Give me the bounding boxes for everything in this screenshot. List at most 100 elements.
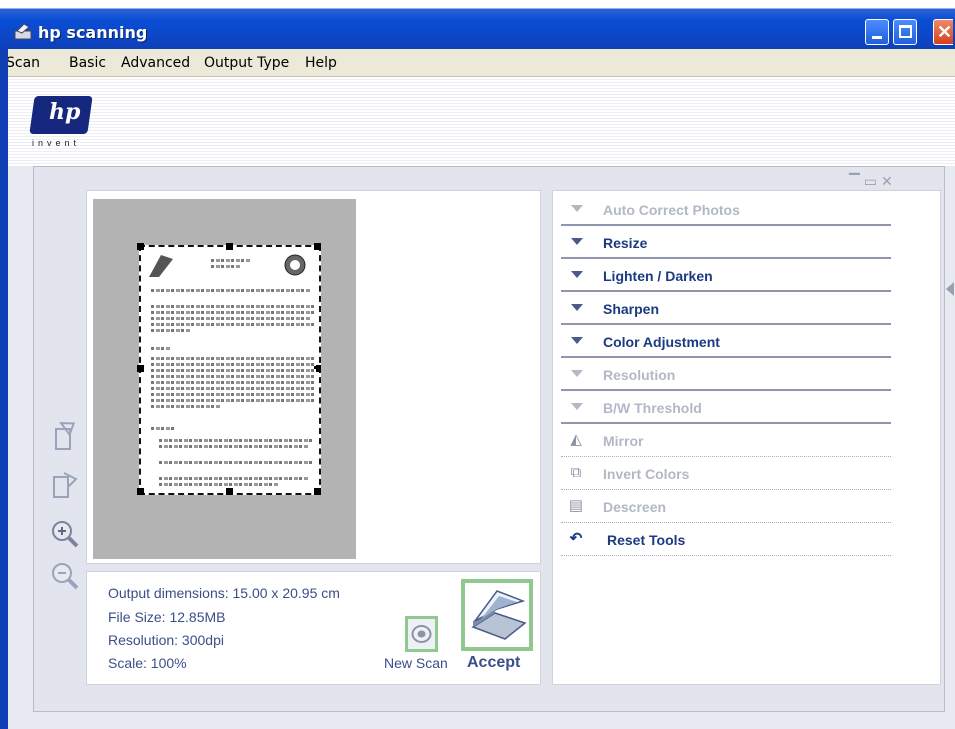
resolution: Resolution: 300dpi: [108, 632, 224, 648]
doc-text-line: [151, 347, 171, 350]
tool-bw-threshold[interactable]: B/W Threshold: [561, 391, 891, 424]
minimize-button[interactable]: [865, 19, 889, 45]
crop-handle[interactable]: [226, 488, 233, 495]
doc-text-line: [159, 439, 314, 442]
doc-text-line: [151, 381, 316, 384]
crop-handle[interactable]: [137, 243, 144, 250]
tool-label: Descreen: [603, 499, 667, 515]
doc-text-line: [211, 259, 251, 262]
triangle-down-icon: [571, 238, 583, 245]
triangle-down-icon: [571, 271, 583, 278]
tool-descreen[interactable]: ▤ Descreen: [561, 490, 891, 523]
crop-handle[interactable]: [226, 243, 233, 250]
new-scan-button[interactable]: [405, 616, 438, 652]
tool-auto-correct-photos[interactable]: Auto Correct Photos: [561, 193, 891, 226]
rotate-right-icon[interactable]: [50, 467, 80, 501]
tool-label: Color Adjustment: [603, 334, 720, 350]
tool-sharpen[interactable]: Sharpen: [561, 292, 891, 325]
menu-help[interactable]: Help: [305, 55, 337, 71]
scanner-icon: [471, 590, 527, 640]
main-content: hp invent ▔▭✕ Output dimensions: 15.00 x…: [8, 78, 955, 729]
descreen-icon: ▤: [568, 497, 584, 514]
doc-text-line: [151, 363, 316, 366]
tool-lighten-darken[interactable]: Lighten / Darken: [561, 259, 891, 292]
doc-text-line: [159, 461, 314, 464]
triangle-down-icon: [571, 370, 583, 377]
title-bar: hp scanning ✕: [0, 0, 955, 49]
scan-panel: ▔▭✕ Output dimensions: 15.00 x 20.95 cm …: [33, 166, 945, 712]
crop-handle[interactable]: [314, 243, 321, 250]
doc-text-line: [151, 317, 311, 320]
tool-label: Mirror: [603, 433, 644, 449]
scanned-document-selection[interactable]: [137, 243, 321, 495]
doc-text-line: [151, 375, 316, 378]
accept-label[interactable]: Accept: [467, 654, 520, 672]
reset-tools-button[interactable]: ↶ Reset Tools: [561, 523, 891, 556]
mirror-icon: ◭: [570, 431, 582, 448]
tool-label: Lighten / Darken: [603, 268, 713, 284]
tool-resize[interactable]: Resize: [561, 226, 891, 259]
crop-handle[interactable]: [137, 365, 144, 372]
doc-text-line: [151, 399, 316, 402]
scan-bed: [93, 199, 356, 559]
close-button[interactable]: ✕: [933, 19, 953, 45]
tool-label: Sharpen: [603, 301, 660, 317]
tool-label: Resolution: [603, 367, 676, 383]
tools-panel: Auto Correct Photos Resize Lighten / Dar…: [552, 190, 941, 685]
crop-handle[interactable]: [314, 488, 321, 495]
invert-colors-icon: ⧉: [570, 464, 582, 481]
panel-minimize-icon[interactable]: ▔: [849, 173, 864, 189]
maximize-icon: [899, 25, 912, 38]
panel-controls: ▔▭✕: [849, 173, 897, 190]
tool-label: Auto Correct Photos: [603, 202, 740, 218]
doc-text-line: [151, 369, 316, 372]
doc-text-line: [159, 483, 279, 486]
zoom-out-icon[interactable]: [50, 559, 80, 593]
doc-text-line: [159, 445, 309, 448]
tool-color-adjustment[interactable]: Color Adjustment: [561, 325, 891, 358]
document-seal: [284, 254, 306, 276]
tool-label: Invert Colors: [603, 466, 690, 482]
window-left-border: [0, 49, 8, 729]
tool-label: B/W Threshold: [603, 400, 702, 416]
rotate-left-icon[interactable]: [50, 419, 80, 453]
preview-area: [86, 190, 541, 564]
tool-mirror[interactable]: ◭ Mirror: [561, 424, 891, 457]
maximize-button[interactable]: [893, 19, 917, 45]
header-banner: hp invent: [8, 78, 955, 166]
triangle-down-icon: [571, 304, 583, 311]
panel-maximize-icon[interactable]: ▭: [864, 173, 881, 189]
tool-resolution[interactable]: Resolution: [561, 358, 891, 391]
triangle-down-icon: [571, 337, 583, 344]
new-scan-label[interactable]: New Scan: [384, 655, 448, 671]
triangle-down-icon: [571, 403, 583, 410]
zoom-in-icon[interactable]: [50, 517, 80, 551]
document-logo: [149, 255, 173, 277]
tool-invert-colors[interactable]: ⧉ Invert Colors: [561, 457, 891, 490]
collapse-panel-arrow[interactable]: [946, 282, 954, 296]
panel-close-icon[interactable]: ✕: [881, 173, 897, 189]
window-title: hp scanning: [38, 23, 148, 42]
scale: Scale: 100%: [108, 655, 187, 671]
menu-scan[interactable]: Scan: [6, 55, 40, 71]
menu-advanced[interactable]: Advanced: [121, 55, 190, 71]
doc-text-line: [151, 305, 316, 308]
minimize-icon: [872, 36, 882, 39]
doc-text-line: [151, 405, 221, 408]
triangle-down-icon: [571, 205, 583, 212]
doc-text-line: [151, 427, 176, 430]
doc-text-line: [151, 387, 316, 390]
tool-label: Resize: [603, 235, 648, 251]
doc-text-line: [151, 329, 191, 332]
doc-text-line: [151, 289, 311, 292]
doc-text-line: [151, 323, 316, 326]
menu-bar: Scan Basic Advanced Output Type Help: [0, 49, 955, 77]
menu-basic[interactable]: Basic: [69, 55, 106, 71]
tool-label: Reset Tools: [607, 532, 686, 548]
doc-text-line: [159, 477, 309, 480]
menu-output-type[interactable]: Output Type: [204, 55, 289, 71]
hp-logo-text: hp: [49, 99, 81, 125]
new-scan-icon: [411, 625, 432, 643]
crop-handle[interactable]: [137, 488, 144, 495]
accept-button[interactable]: [461, 579, 533, 651]
